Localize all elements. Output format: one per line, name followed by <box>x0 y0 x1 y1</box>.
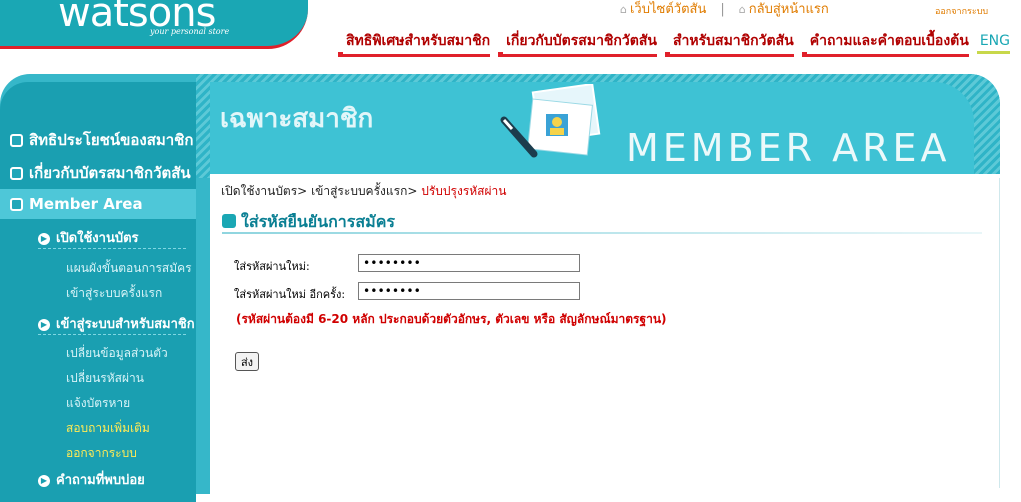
sidebar-link-inquiry[interactable]: สอบถามเพิ่มเติม <box>66 419 150 438</box>
sidebar-item-label: สิทธิประโยชน์ของสมาชิก <box>29 131 194 149</box>
banner-title: เฉพาะสมาชิก <box>220 104 374 134</box>
breadcrumb-activate-card[interactable]: เปิดใช้งานบัตร> <box>221 184 307 198</box>
sidebar-item-benefits[interactable]: สิทธิประโยชน์ของสมาชิก <box>10 128 194 150</box>
main-content: เปิดใช้งานบัตร> เข้าสู่ระบบครั้งแรก> ปรั… <box>210 174 1000 494</box>
member-area-banner: เฉพาะสมาชิก MEMBER AREA <box>210 82 974 174</box>
nav-label: เกี่ยวกับบัตรสมาชิกวัตสัน <box>506 33 657 49</box>
back-home-link[interactable]: กลับสู่หน้าแรก <box>749 2 829 17</box>
home-icon: ⌂ <box>738 3 746 16</box>
submit-button[interactable]: ส่ง <box>235 352 259 371</box>
sidebar-link-registration-steps[interactable]: แผนผังขั้นตอนการสมัคร <box>66 259 192 278</box>
confirm-password-input[interactable] <box>358 282 580 300</box>
square-bullet-icon <box>10 198 23 211</box>
nav-member-privileges[interactable]: สิทธิพิเศษสำหรับสมาชิก <box>338 30 491 57</box>
sidebar-group-label: เปิดใช้งานบัตร <box>56 231 139 246</box>
new-password-input[interactable] <box>358 254 580 272</box>
arrow-right-icon: ▶ <box>38 318 50 331</box>
home-icon: ⌂ <box>620 3 627 16</box>
square-bullet-icon <box>10 167 23 180</box>
divider <box>38 248 186 249</box>
logout-link[interactable]: ออกจากระบบ <box>935 4 988 18</box>
new-password-label: ใส่รหัสผ่านใหม่: <box>234 260 310 273</box>
nav-label: สิทธิพิเศษสำหรับสมาชิก <box>346 33 491 49</box>
lang-switch[interactable]: ENG <box>976 33 1010 54</box>
sidebar-item-about-card[interactable]: เกี่ยวกับบัตรสมาชิกวัตสัน <box>10 161 191 183</box>
nav-bullet <box>498 52 504 57</box>
sidebar-item-label: เกี่ยวกับบัตรสมาชิกวัตสัน <box>29 164 191 182</box>
sidebar-link-change-password[interactable]: เปลี่ยนรหัสผ่าน <box>66 369 144 388</box>
nav-bullet <box>664 52 670 57</box>
nav-faq[interactable]: คำถามและคำตอบเบื้องต้น <box>801 30 969 57</box>
sidebar-link-first-login[interactable]: เข้าสู่ระบบครั้งแรก <box>66 284 162 303</box>
password-hint: (รหัสผ่านต้องมี 6-20 หลัก ประกอบด้วยตัวอ… <box>236 312 667 326</box>
title-underline <box>222 232 982 234</box>
sidebar-group-member-login[interactable]: ▶ เข้าสู่ระบบสำหรับสมาชิก <box>38 313 195 334</box>
member-card-illustration-icon <box>500 84 601 158</box>
divider <box>38 334 186 335</box>
breadcrumb: เปิดใช้งานบัตร> เข้าสู่ระบบครั้งแรก> ปรั… <box>221 182 506 201</box>
sidebar-link-logout[interactable]: ออกจากระบบ <box>66 444 137 463</box>
sidebar-link-report-lost-card[interactable]: แจ้งบัตรหาย <box>66 394 130 413</box>
nav-for-members[interactable]: สำหรับสมาชิกวัตสัน <box>664 30 794 57</box>
sidebar-item-member-area[interactable]: Member Area <box>0 189 196 219</box>
breadcrumb-first-login[interactable]: เข้าสู่ระบบครั้งแรก> <box>311 184 417 198</box>
confirm-password-label: ใส่รหัสผ่านใหม่ อีกครั้ง: <box>234 288 346 301</box>
nav-about-card[interactable]: เกี่ยวกับบัตรสมาชิกวัตสัน <box>498 30 657 57</box>
sidebar-item-label: Member Area <box>29 195 143 213</box>
breadcrumb-current: ปรับปรุงรหัสผ่าน <box>421 184 507 198</box>
arrow-right-icon: ▶ <box>38 232 50 245</box>
frame-edge <box>999 178 1000 488</box>
logo-tagline: your personal store <box>150 27 230 36</box>
nav-label: คำถามและคำตอบเบื้องต้น <box>809 33 969 49</box>
sidebar-link-edit-profile[interactable]: เปลี่ยนข้อมูลส่วนตัว <box>66 344 168 363</box>
page-title-text: ใส่รหัสยืนยันการสมัคร <box>241 212 395 231</box>
nav-bullet <box>801 52 807 57</box>
sidebar-group-faq[interactable]: ▶ คำถามที่พบบ่อย <box>38 469 145 490</box>
sidebar: สิทธิประโยชน์ของสมาชิก เกี่ยวกับบัตรสมาช… <box>0 82 196 502</box>
sidebar-group-label: เข้าสู่ระบบสำหรับสมาชิก <box>56 317 195 332</box>
title-square-icon <box>222 214 236 228</box>
sidebar-group-activate-card[interactable]: ▶ เปิดใช้งานบัตร <box>38 227 139 248</box>
logo[interactable]: watsons your personal store <box>0 0 308 49</box>
top-links: ⌂ เว็บไซต์วัตสัน | ⌂ กลับสู่หน้าแรก <box>620 0 829 19</box>
divider: | <box>720 2 725 17</box>
nav-label: สำหรับสมาชิกวัตสัน <box>672 33 794 49</box>
main-nav: สิทธิพิเศษสำหรับสมาชิก เกี่ยวกับบัตรสมาชิ… <box>338 30 1018 57</box>
nav-bullet <box>338 52 343 57</box>
watsons-website-link[interactable]: เว็บไซต์วัตสัน <box>630 2 706 17</box>
square-bullet-icon <box>10 134 23 147</box>
member-area-heading: MEMBER AREA <box>626 126 951 170</box>
